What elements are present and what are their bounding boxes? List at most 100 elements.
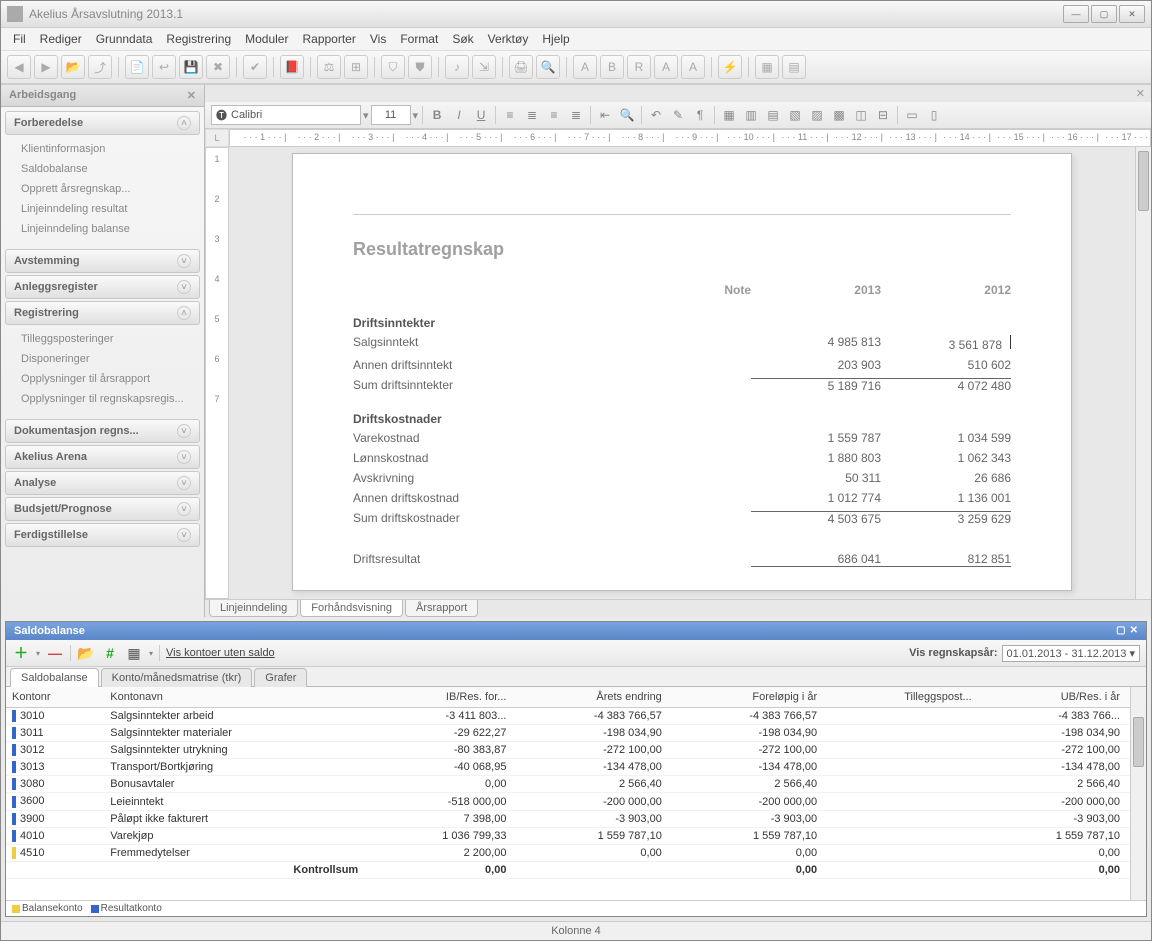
bottom-max-icon[interactable]: ▢: [1116, 625, 1125, 637]
italic-button[interactable]: I: [449, 105, 469, 125]
table-row[interactable]: 4510Fremmedytelser2 200,000,000,000,00: [6, 844, 1146, 861]
menu-vis[interactable]: Vis: [364, 30, 392, 48]
table-row[interactable]: 3012Salgsinntekter utrykning-80 383,87-2…: [6, 742, 1146, 759]
folder-up-button[interactable]: ⤴: [88, 55, 112, 79]
sidebar-item[interactable]: Opplysninger til årsrapport: [17, 369, 200, 389]
menu-fil[interactable]: Fil: [7, 30, 32, 48]
m-button[interactable]: A: [681, 55, 705, 79]
accordion-header[interactable]: Avstemming˅: [5, 249, 200, 273]
accordion-header[interactable]: Registrering˄: [5, 301, 200, 325]
editor-tab[interactable]: Linjeinndeling: [209, 600, 298, 617]
sidebar-item[interactable]: Opplysninger til regnskapsregis...: [17, 389, 200, 409]
editor-tab[interactable]: Forhåndsvisning: [300, 600, 403, 617]
cell2-button[interactable]: ▯: [924, 105, 944, 125]
menu-rediger[interactable]: Rediger: [34, 30, 88, 48]
menu-format[interactable]: Format: [394, 30, 444, 48]
indent-button[interactable]: ⇤: [595, 105, 615, 125]
sidebar-item[interactable]: Saldobalanse: [17, 159, 200, 179]
accordion-header[interactable]: Akelius Arena˅: [5, 445, 200, 469]
stamp2-button[interactable]: ⛊: [408, 55, 432, 79]
bottom-tab[interactable]: Konto/månedsmatrise (tkr): [101, 668, 253, 687]
tree-button[interactable]: ⊞: [344, 55, 368, 79]
open-icon[interactable]: 📂: [77, 644, 95, 662]
underline-button[interactable]: U: [471, 105, 491, 125]
a-button[interactable]: A: [573, 55, 597, 79]
open-button[interactable]: 📂: [61, 55, 85, 79]
accordion-header[interactable]: Analyse˅: [5, 471, 200, 495]
menu-hjelp[interactable]: Hjelp: [536, 30, 575, 48]
sidebar-close-icon[interactable]: ✕: [187, 89, 196, 102]
balance-grid[interactable]: KontonrKontonavnIB/Res. for...Årets endr…: [6, 687, 1146, 900]
cell1-button[interactable]: ▭: [902, 105, 922, 125]
para-button[interactable]: ¶: [690, 105, 710, 125]
editor-close-icon[interactable]: ✕: [1136, 87, 1145, 100]
show-empty-link[interactable]: Vis kontoer uten saldo: [166, 647, 275, 659]
table3-button[interactable]: ▤: [763, 105, 783, 125]
menu-grunndata[interactable]: Grunndata: [90, 30, 159, 48]
align-justify-button[interactable]: ≣: [566, 105, 586, 125]
grid1-button[interactable]: ▦: [755, 55, 779, 79]
nav-back-button[interactable]: ◀: [7, 55, 31, 79]
stamp-button[interactable]: ⛉: [381, 55, 405, 79]
accordion-header[interactable]: Ferdigstillelse˅: [5, 523, 200, 547]
document-viewport[interactable]: Resultatregnskap Note 2013 2012 Driftsin…: [229, 147, 1135, 599]
sidebar-item[interactable]: Disponeringer: [17, 349, 200, 369]
document-scrollbar[interactable]: [1135, 147, 1151, 599]
table8-button[interactable]: ⊟: [873, 105, 893, 125]
hash-button[interactable]: #: [101, 644, 119, 662]
undo-button[interactable]: ↶: [646, 105, 666, 125]
accordion-header[interactable]: Forberedelse˄: [5, 111, 200, 135]
balance-button[interactable]: ⚖: [317, 55, 341, 79]
table2-button[interactable]: ▥: [741, 105, 761, 125]
minimize-button[interactable]: —: [1063, 5, 1089, 23]
delete-button[interactable]: ✖: [206, 55, 230, 79]
menu-rapporter[interactable]: Rapporter: [296, 30, 361, 48]
sidebar-item[interactable]: Tilleggsposteringer: [17, 329, 200, 349]
remove-row-button[interactable]: —: [46, 644, 64, 662]
close-button[interactable]: ✕: [1119, 5, 1145, 23]
table-row[interactable]: 3080Bonusavtaler0,002 566,402 566,402 56…: [6, 776, 1146, 793]
maximize-button[interactable]: ▢: [1091, 5, 1117, 23]
align-right-button[interactable]: ≡: [544, 105, 564, 125]
bottom-close-icon[interactable]: ✕: [1130, 625, 1138, 637]
vertical-ruler[interactable]: 1234567: [205, 147, 229, 599]
accordion-header[interactable]: Budsjett/Prognose˅: [5, 497, 200, 521]
font-select[interactable]: 🅣 Calibri: [211, 105, 361, 125]
zoom-button[interactable]: 🔍: [617, 105, 637, 125]
horizontal-ruler[interactable]: · · · 1 · · · |· · · 2 · · · |· · · 3 · …: [229, 129, 1151, 147]
table-row[interactable]: 4010Varekjøp1 036 799,331 559 787,101 55…: [6, 827, 1146, 844]
table-row[interactable]: 3011Salgsinntekter materialer-29 622,27-…: [6, 725, 1146, 742]
grid-scrollbar[interactable]: [1130, 687, 1146, 900]
menu-søk[interactable]: Søk: [446, 30, 479, 48]
editor-tab[interactable]: Årsrapport: [405, 600, 478, 617]
accordion-header[interactable]: Dokumentasjon regns...˅: [5, 419, 200, 443]
table-row[interactable]: 3013Transport/Bortkjøring-40 068,95-134 …: [6, 759, 1146, 776]
table5-button[interactable]: ▨: [807, 105, 827, 125]
menu-verktøy[interactable]: Verktøy: [482, 30, 535, 48]
excel-button[interactable]: ▦: [125, 644, 143, 662]
grid2-button[interactable]: ▤: [782, 55, 806, 79]
table-row[interactable]: 3900Påløpt ikke fakturert7 398,00-3 903,…: [6, 810, 1146, 827]
nav-forward-button[interactable]: ▶: [34, 55, 58, 79]
b-button[interactable]: B: [600, 55, 624, 79]
revert-button[interactable]: ↩: [152, 55, 176, 79]
table1-button[interactable]: ▦: [719, 105, 739, 125]
bottom-tab[interactable]: Grafer: [254, 668, 307, 687]
n-button[interactable]: A: [654, 55, 678, 79]
bottom-tab[interactable]: Saldobalanse: [10, 668, 99, 687]
music-button[interactable]: ♪: [445, 55, 469, 79]
sidebar-item[interactable]: Klientinformasjon: [17, 139, 200, 159]
year-select[interactable]: 01.01.2013 - 31.12.2013 ▾: [1002, 645, 1140, 662]
table-row[interactable]: 3600Leieinntekt-518 000,00-200 000,00-20…: [6, 793, 1146, 810]
book-button[interactable]: 📕: [280, 55, 304, 79]
r-button[interactable]: R: [627, 55, 651, 79]
table4-button[interactable]: ▧: [785, 105, 805, 125]
bold-button[interactable]: B: [427, 105, 447, 125]
brush-button[interactable]: ✎: [668, 105, 688, 125]
preview-button[interactable]: 🔍: [536, 55, 560, 79]
align-center-button[interactable]: ≣: [522, 105, 542, 125]
print-button[interactable]: 🖨: [509, 55, 533, 79]
save-button[interactable]: 💾: [179, 55, 203, 79]
font-size-select[interactable]: 11: [371, 105, 411, 125]
accordion-header[interactable]: Anleggsregister˅: [5, 275, 200, 299]
